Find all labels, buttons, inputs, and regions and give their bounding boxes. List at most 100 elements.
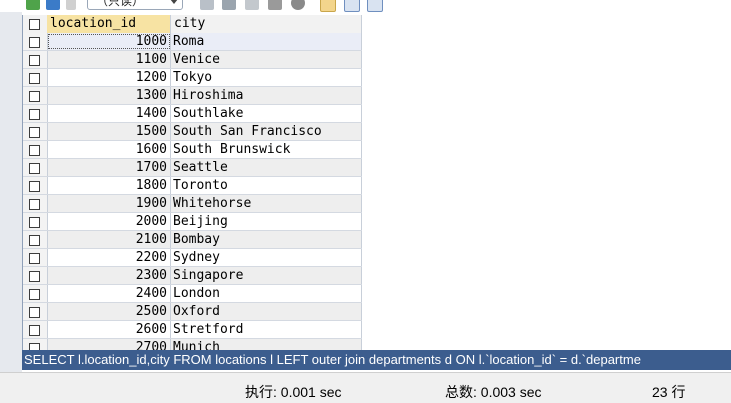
text-view-icon[interactable] bbox=[367, 0, 383, 12]
row-select-cell[interactable] bbox=[23, 159, 48, 176]
row-checkbox[interactable] bbox=[29, 145, 40, 156]
table-row[interactable]: 2000 Beijing bbox=[23, 213, 362, 231]
import-icon[interactable] bbox=[46, 0, 60, 10]
delete-icon[interactable] bbox=[268, 0, 282, 10]
select-all-checkbox[interactable] bbox=[29, 19, 40, 30]
table-row[interactable]: 2300 Singapore bbox=[23, 267, 362, 285]
grid-view-icon[interactable] bbox=[320, 0, 336, 12]
cell-city[interactable]: Seattle bbox=[171, 159, 362, 176]
table-row[interactable]: 2700 Munich bbox=[23, 339, 362, 350]
table-row[interactable]: 1500 South San Francisco bbox=[23, 123, 362, 141]
row-select-cell[interactable] bbox=[23, 339, 48, 350]
cell-location-id[interactable]: 1800 bbox=[47, 177, 171, 194]
row-select-cell[interactable] bbox=[23, 33, 48, 50]
form-view-icon[interactable] bbox=[344, 0, 360, 12]
row-select-cell[interactable] bbox=[23, 249, 48, 266]
table-row[interactable]: 2100 Bombay bbox=[23, 231, 362, 249]
cell-location-id[interactable]: 1900 bbox=[47, 195, 171, 212]
row-checkbox[interactable] bbox=[29, 73, 40, 84]
row-select-cell[interactable] bbox=[23, 303, 48, 320]
row-select-cell[interactable] bbox=[23, 321, 48, 338]
cell-city[interactable]: South San Francisco bbox=[171, 123, 362, 140]
cell-city[interactable]: Venice bbox=[171, 51, 362, 68]
table-row[interactable]: 1100 Venice bbox=[23, 51, 362, 69]
cell-city[interactable]: Hiroshima bbox=[171, 87, 362, 104]
cell-city[interactable]: South Brunswick bbox=[171, 141, 362, 158]
row-select-cell[interactable] bbox=[23, 285, 48, 302]
cell-location-id[interactable]: 2700 bbox=[47, 339, 171, 350]
row-select-cell[interactable] bbox=[23, 105, 48, 122]
cell-city[interactable]: Whitehorse bbox=[171, 195, 362, 212]
cell-location-id[interactable]: 1100 bbox=[47, 51, 171, 68]
table-row[interactable]: 1400 Southlake bbox=[23, 105, 362, 123]
table-row[interactable]: 2200 Sydney bbox=[23, 249, 362, 267]
cell-location-id[interactable]: 2500 bbox=[47, 303, 171, 320]
table-row[interactable]: 1000 Roma bbox=[23, 33, 362, 51]
cell-city[interactable]: London bbox=[171, 285, 362, 302]
cell-location-id[interactable]: 1000 bbox=[47, 33, 171, 50]
cell-city[interactable]: Bombay bbox=[171, 231, 362, 248]
row-select-cell[interactable] bbox=[23, 231, 48, 248]
cell-location-id[interactable]: 2400 bbox=[47, 285, 171, 302]
row-checkbox[interactable] bbox=[29, 199, 40, 210]
cell-location-id[interactable]: 2000 bbox=[47, 213, 171, 230]
cell-city[interactable]: Southlake bbox=[171, 105, 362, 122]
cell-city[interactable]: Oxford bbox=[171, 303, 362, 320]
row-checkbox[interactable] bbox=[29, 325, 40, 336]
table-row[interactable]: 1700 Seattle bbox=[23, 159, 362, 177]
cell-location-id[interactable]: 2200 bbox=[47, 249, 171, 266]
cell-location-id[interactable]: 1500 bbox=[47, 123, 171, 140]
row-select-cell[interactable] bbox=[23, 69, 48, 86]
table-row[interactable]: 2400 London bbox=[23, 285, 362, 303]
row-checkbox[interactable] bbox=[29, 217, 40, 228]
cell-location-id[interactable]: 1700 bbox=[47, 159, 171, 176]
cell-city[interactable]: Tokyo bbox=[171, 69, 362, 86]
row-checkbox[interactable] bbox=[29, 307, 40, 318]
row-checkbox[interactable] bbox=[29, 163, 40, 174]
table-row[interactable]: 1900 Whitehorse bbox=[23, 195, 362, 213]
cell-city[interactable]: Roma bbox=[171, 33, 362, 50]
insert-row-icon[interactable] bbox=[26, 0, 40, 10]
row-select-cell[interactable] bbox=[23, 87, 48, 104]
result-mode-select[interactable]: （只读） bbox=[87, 0, 183, 10]
row-checkbox[interactable] bbox=[29, 55, 40, 66]
add-icon[interactable] bbox=[200, 0, 214, 10]
table-row[interactable]: 1800 Toronto bbox=[23, 177, 362, 195]
table-row[interactable]: 2500 Oxford bbox=[23, 303, 362, 321]
table-row[interactable]: 1200 Tokyo bbox=[23, 69, 362, 87]
row-checkbox[interactable] bbox=[29, 37, 40, 48]
table-row[interactable]: 1300 Hiroshima bbox=[23, 87, 362, 105]
row-select-cell[interactable] bbox=[23, 195, 48, 212]
cell-city[interactable]: Beijing bbox=[171, 213, 362, 230]
row-select-cell[interactable] bbox=[23, 177, 48, 194]
row-select-cell[interactable] bbox=[23, 141, 48, 158]
row-checkbox[interactable] bbox=[29, 181, 40, 192]
select-all-cell[interactable] bbox=[23, 15, 48, 33]
cell-location-id[interactable]: 2600 bbox=[47, 321, 171, 338]
cell-city[interactable]: Singapore bbox=[171, 267, 362, 284]
row-checkbox[interactable] bbox=[29, 253, 40, 264]
save-icon[interactable] bbox=[222, 0, 236, 10]
cell-location-id[interactable]: 1400 bbox=[47, 105, 171, 122]
table-row[interactable]: 2600 Stretford bbox=[23, 321, 362, 339]
cell-city[interactable]: Toronto bbox=[171, 177, 362, 194]
row-select-cell[interactable] bbox=[23, 123, 48, 140]
cell-location-id[interactable]: 1200 bbox=[47, 69, 171, 86]
cell-location-id[interactable]: 1600 bbox=[47, 141, 171, 158]
cell-location-id[interactable]: 2300 bbox=[47, 267, 171, 284]
row-checkbox[interactable] bbox=[29, 235, 40, 246]
table-row[interactable]: 1600 South Brunswick bbox=[23, 141, 362, 159]
dropdown-arrow-icon[interactable] bbox=[66, 0, 76, 10]
cancel-icon[interactable] bbox=[291, 0, 305, 10]
row-select-cell[interactable] bbox=[23, 51, 48, 68]
row-checkbox[interactable] bbox=[29, 109, 40, 120]
cell-city[interactable]: Sydney bbox=[171, 249, 362, 266]
row-checkbox[interactable] bbox=[29, 289, 40, 300]
row-checkbox[interactable] bbox=[29, 343, 40, 350]
row-checkbox[interactable] bbox=[29, 271, 40, 282]
row-checkbox[interactable] bbox=[29, 127, 40, 138]
column-header-city[interactable]: city bbox=[171, 15, 362, 33]
cell-location-id[interactable]: 2100 bbox=[47, 231, 171, 248]
copy-icon[interactable] bbox=[245, 0, 259, 10]
row-checkbox[interactable] bbox=[29, 91, 40, 102]
